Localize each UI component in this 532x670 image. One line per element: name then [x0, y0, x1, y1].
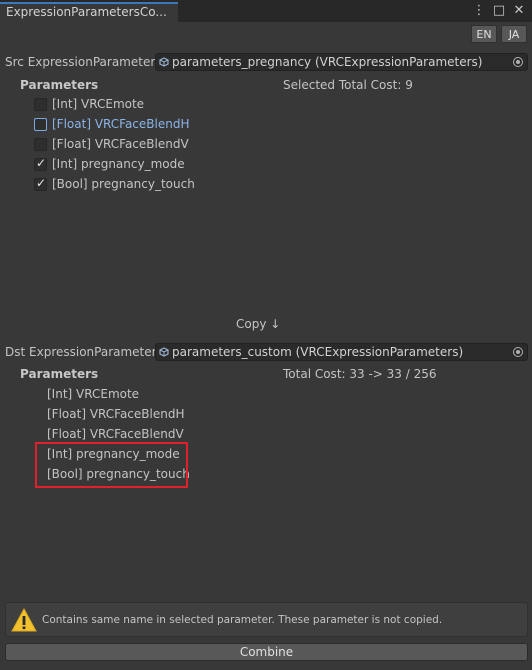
param-checkbox[interactable]: [34, 97, 47, 111]
window-tab[interactable]: ExpressionParametersCo...: [0, 2, 178, 22]
asset-icon: [159, 57, 169, 67]
warning-icon: [11, 607, 37, 632]
object-picker-icon[interactable]: [513, 57, 523, 67]
src-param-row[interactable]: [Int] pregnancy_mode: [34, 155, 185, 173]
src-param-row[interactable]: [Float] VRCFaceBlendH: [34, 115, 189, 133]
window-controls: ⋮ □ ✕: [472, 3, 526, 19]
asset-icon: [159, 347, 169, 357]
warning-helpbox: Contains same name in selected parameter…: [5, 602, 528, 637]
kebab-menu-icon[interactable]: ⋮: [472, 3, 486, 19]
src-param-row[interactable]: [Float] VRCFaceBlendV: [34, 135, 189, 153]
maximize-icon[interactable]: □: [492, 3, 506, 19]
param-label: [Int] pregnancy_mode: [52, 157, 185, 171]
src-object-value: parameters_pregnancy (VRCExpressionParam…: [172, 55, 483, 69]
src-field-label: Src ExpressionParameters: [5, 55, 162, 69]
ja-button[interactable]: JA: [501, 25, 527, 43]
warning-text: Contains same name in selected parameter…: [42, 614, 443, 626]
src-object-field[interactable]: parameters_pregnancy (VRCExpressionParam…: [155, 53, 528, 71]
dst-param-item: [Float] VRCFaceBlendH: [47, 407, 185, 421]
dst-total-cost: Total Cost: 33 -> 33 / 256: [283, 367, 437, 381]
object-picker-icon[interactable]: [513, 347, 523, 357]
src-parameters-heading: Parameters: [20, 78, 99, 92]
param-label: [Bool] pregnancy_touch: [52, 177, 195, 191]
param-label: [Float] VRCFaceBlendV: [52, 137, 189, 151]
copy-label: Copy ↓: [236, 317, 281, 331]
param-checkbox[interactable]: [34, 156, 47, 171]
param-checkbox[interactable]: [34, 137, 47, 151]
combine-button[interactable]: Combine: [5, 643, 528, 661]
dst-object-value: parameters_custom (VRCExpressionParamete…: [172, 345, 464, 359]
param-label: [Float] VRCFaceBlendH: [52, 117, 190, 131]
param-checkbox[interactable]: [34, 117, 47, 131]
dst-param-item: [Float] VRCFaceBlendV: [47, 427, 184, 441]
src-param-row[interactable]: [Int] VRCEmote: [34, 95, 144, 113]
src-selected-cost: Selected Total Cost: 9: [283, 78, 413, 92]
param-checkbox[interactable]: [34, 176, 47, 191]
src-param-row[interactable]: [Bool] pregnancy_touch: [34, 175, 195, 193]
param-label: [Int] VRCEmote: [52, 97, 145, 111]
en-button[interactable]: EN: [471, 25, 497, 43]
dst-object-field[interactable]: parameters_custom (VRCExpressionParamete…: [155, 343, 528, 361]
close-icon[interactable]: ✕: [512, 3, 526, 19]
highlight-box: [35, 442, 188, 488]
dst-parameters-heading: Parameters: [20, 367, 99, 381]
dst-field-label: Dst ExpressionParameters: [5, 345, 163, 359]
window-tab-bar: ExpressionParametersCo... ⋮ □ ✕: [0, 0, 532, 22]
dst-param-item: [Int] VRCEmote: [47, 387, 140, 401]
